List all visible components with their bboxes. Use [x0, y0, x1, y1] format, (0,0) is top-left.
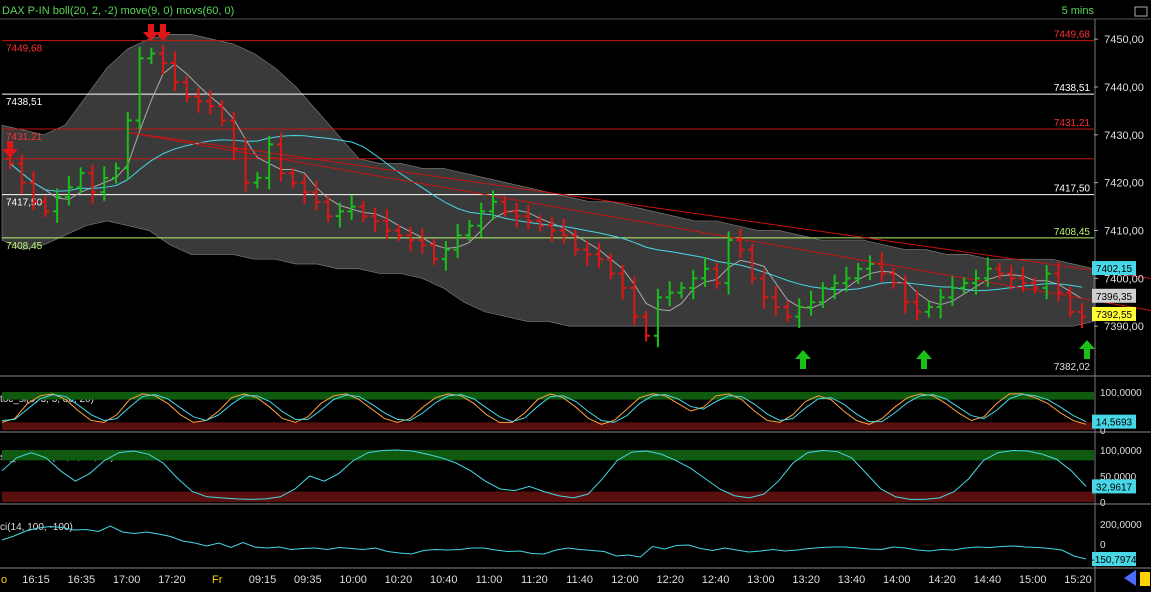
- x-tick-label: 11:00: [476, 574, 503, 586]
- y-tick-label: 7450,00: [1104, 34, 1144, 46]
- trading-chart[interactable]: DAX P-IN boll(20, 2, -2) move(9, 0) movs…: [0, 0, 1151, 592]
- x-tick-label: 13:20: [792, 574, 820, 586]
- indicator-tick-label: 200,0000: [1100, 520, 1142, 531]
- y-tick-label: 7400,00: [1104, 273, 1144, 285]
- x-tick-label: 11:20: [521, 574, 548, 586]
- indicator-value-label: 32,9617: [1096, 482, 1133, 493]
- x-tick-label: 14:00: [883, 574, 911, 586]
- price-tag-label: 7402,15: [1096, 264, 1133, 275]
- x-tick-label: Fr: [212, 574, 223, 586]
- x-tick-label: 17:00: [113, 574, 141, 586]
- y-tick-label: 7440,00: [1104, 82, 1144, 94]
- x-tick-label: 12:20: [656, 574, 684, 586]
- x-tick-label: 16:35: [68, 574, 96, 586]
- y-tick-label: 7410,00: [1104, 225, 1144, 237]
- indicator-value-label: 14,5693: [1096, 418, 1133, 429]
- x-tick-label: 14:20: [928, 574, 956, 586]
- indicator-zone: [2, 450, 1094, 460]
- time-axis: o 16:15 16:35 17:00 17:20 Fr 09:15 09:35 10:00 10…: [1, 574, 1092, 586]
- indicator-tick-label: 100,0000: [1100, 446, 1142, 457]
- price-level-label: 7438,51: [1054, 83, 1091, 94]
- price-level-label: 7417,50: [6, 198, 43, 209]
- x-tick-label: 16:15: [22, 574, 50, 586]
- x-tick-label: 14:40: [974, 574, 1002, 586]
- price-level-label: 7449,68: [6, 44, 43, 55]
- indicator-value-label: -150,7974: [1091, 555, 1136, 566]
- y-tick-label: 7420,00: [1104, 178, 1144, 190]
- timeframe-label: 5 mins: [1062, 5, 1095, 17]
- x-tick-label: 10:20: [385, 574, 413, 586]
- x-tick-label: 09:15: [249, 574, 277, 586]
- x-tick-label: 12:00: [611, 574, 639, 586]
- y-tick-label: 7390,00: [1104, 321, 1144, 333]
- price-level-label: 7417,50: [1054, 184, 1091, 195]
- x-tick-label: 17:20: [158, 574, 186, 586]
- y-tick-label: 7430,00: [1104, 130, 1144, 142]
- price-level-label: 7431,21: [1054, 118, 1091, 129]
- x-tick-label: o: [1, 574, 7, 586]
- x-tick-label: 11:40: [566, 574, 593, 586]
- scroll-thumb[interactable]: [1140, 572, 1150, 586]
- x-tick-label: 10:00: [339, 574, 367, 586]
- price-level-label: 7438,51: [6, 97, 43, 108]
- x-tick-label: 15:20: [1064, 574, 1092, 586]
- indicator-tick-label: 0: [1100, 498, 1106, 509]
- indicator-tick-label: 100,0000: [1100, 388, 1142, 399]
- price-level-label: 7449,68: [1054, 30, 1091, 41]
- indicator-tick-label: 0: [1100, 540, 1106, 551]
- x-tick-label: 15:00: [1019, 574, 1047, 586]
- x-tick-label: 12:40: [702, 574, 730, 586]
- price-level-label: 7408,45: [6, 241, 43, 252]
- price-tag-label: 7392,55: [1096, 310, 1133, 321]
- x-tick-label: 09:35: [294, 574, 322, 586]
- x-tick-label: 10:40: [430, 574, 458, 586]
- x-tick-label: 13:00: [747, 574, 775, 586]
- low-price-label: 7382,02: [1054, 362, 1091, 373]
- x-tick-label: 13:40: [838, 574, 866, 586]
- price-level-label: 7408,45: [1054, 227, 1091, 238]
- indicator-zone: [2, 422, 1094, 430]
- price-tag-label: 7396,35: [1096, 292, 1133, 303]
- study-header: DAX P-IN boll(20, 2, -2) move(9, 0) movs…: [2, 5, 234, 17]
